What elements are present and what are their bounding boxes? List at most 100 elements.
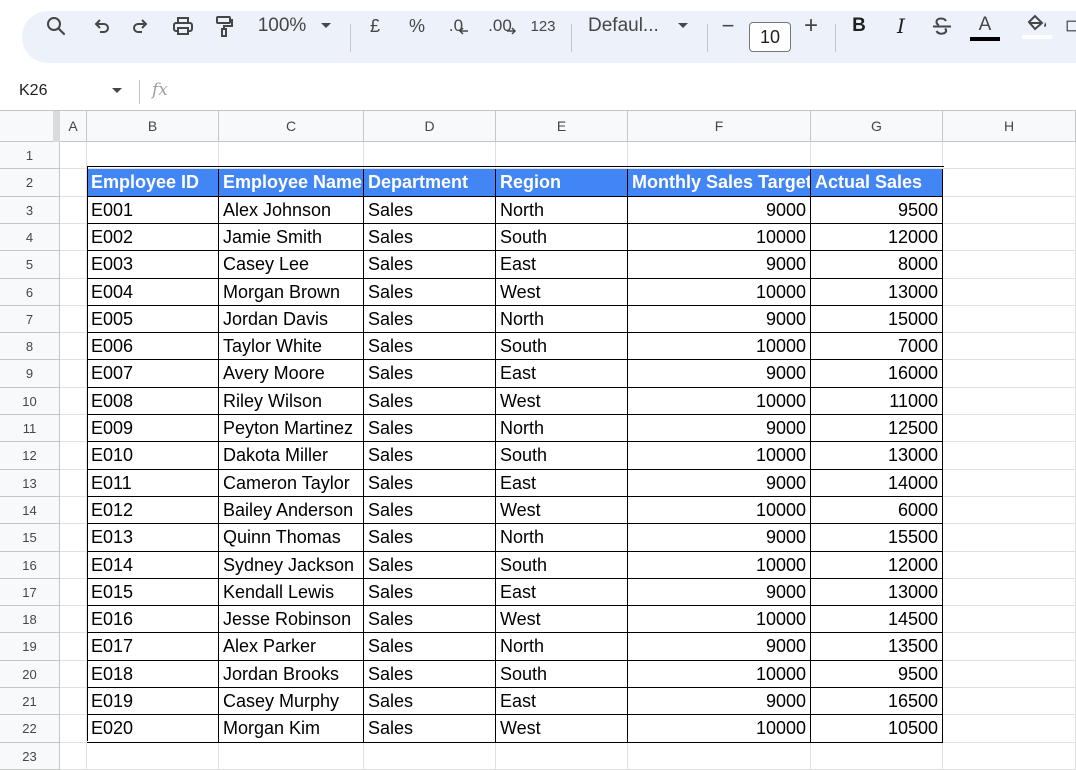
cell-actual-sales[interactable]: 12500 xyxy=(811,415,943,442)
column-header-e[interactable]: E xyxy=(496,111,628,142)
select-all-corner[interactable] xyxy=(0,111,60,142)
cell-monthly-sales-target[interactable]: 9000 xyxy=(628,197,811,224)
cell-empty[interactable] xyxy=(943,442,1076,470)
cell-monthly-sales-target[interactable]: 9000 xyxy=(628,251,811,279)
cell-actual-sales[interactable]: 9500 xyxy=(811,661,943,688)
text-color-button[interactable]: A xyxy=(970,0,1000,52)
cell-monthly-sales-target[interactable]: 9000 xyxy=(628,470,811,497)
cell-region[interactable]: West xyxy=(496,606,628,633)
cell-empty[interactable] xyxy=(60,142,87,169)
cell-monthly-sales-target[interactable]: 10000 xyxy=(628,279,811,306)
cell-employee-name[interactable]: Taylor White xyxy=(219,333,364,360)
cell-employee-id[interactable]: E014 xyxy=(87,552,219,579)
cell-monthly-sales-target[interactable]: 10000 xyxy=(628,661,811,688)
redo-icon[interactable] xyxy=(129,0,153,52)
cell-empty[interactable] xyxy=(943,279,1076,306)
cell-empty[interactable] xyxy=(364,142,496,169)
strikethrough-icon[interactable] xyxy=(929,0,955,52)
cell-employee-id[interactable]: E012 xyxy=(87,497,219,524)
search-menus-icon[interactable] xyxy=(44,0,68,52)
cell-employee-id[interactable]: E003 xyxy=(87,251,219,279)
cell-empty[interactable] xyxy=(811,743,943,770)
cell-empty[interactable] xyxy=(943,415,1076,442)
cell-empty[interactable] xyxy=(60,497,87,524)
cell-empty[interactable] xyxy=(60,524,87,552)
cell-monthly-sales-target[interactable]: 9000 xyxy=(628,415,811,442)
print-icon[interactable] xyxy=(171,0,195,52)
cell-employee-id[interactable]: E019 xyxy=(87,688,219,715)
cell-department[interactable]: Sales xyxy=(364,552,496,579)
row-header-3[interactable]: 3 xyxy=(0,197,60,224)
column-header-f[interactable]: F xyxy=(628,111,811,142)
cell-employee-id[interactable]: E005 xyxy=(87,306,219,333)
cell-actual-sales[interactable]: 16500 xyxy=(811,688,943,715)
cell-department[interactable]: Sales xyxy=(364,251,496,279)
row-header-8[interactable]: 8 xyxy=(0,333,60,360)
cell-employee-name[interactable]: Kendall Lewis xyxy=(219,579,364,606)
cell-employee-id[interactable]: E002 xyxy=(87,224,219,251)
cell-employee-name[interactable]: Morgan Kim xyxy=(219,715,364,743)
cell-empty[interactable] xyxy=(60,333,87,360)
cell-monthly-sales-target[interactable]: 10000 xyxy=(628,497,811,524)
cell-empty[interactable] xyxy=(496,743,628,770)
cell-region[interactable]: North xyxy=(496,524,628,552)
cell-employee-name[interactable]: Casey Murphy xyxy=(219,688,364,715)
cell-region[interactable]: East xyxy=(496,579,628,606)
cell-region[interactable]: East xyxy=(496,688,628,715)
row-header-9[interactable]: 9 xyxy=(0,360,60,388)
cell-empty[interactable] xyxy=(60,633,87,661)
cell-department[interactable]: Sales xyxy=(364,524,496,552)
row-header-17[interactable]: 17 xyxy=(0,579,60,606)
name-box-dropdown-icon[interactable] xyxy=(111,87,123,95)
cell-employee-id[interactable]: E020 xyxy=(87,715,219,743)
zoom-select[interactable]: 100% xyxy=(254,0,310,52)
cell-employee-name[interactable]: Sydney Jackson xyxy=(219,552,364,579)
row-header-16[interactable]: 16 xyxy=(0,552,60,579)
cell-empty[interactable] xyxy=(60,169,87,197)
cell-region[interactable]: North xyxy=(496,197,628,224)
font-dropdown-icon[interactable] xyxy=(675,0,691,52)
row-header-6[interactable]: 6 xyxy=(0,279,60,306)
cell-empty[interactable] xyxy=(60,606,87,633)
row-header-23[interactable]: 23 xyxy=(0,743,60,770)
cell-actual-sales[interactable]: 13000 xyxy=(811,442,943,470)
cell-employee-id[interactable]: E009 xyxy=(87,415,219,442)
cell-empty[interactable] xyxy=(943,552,1076,579)
column-header-d[interactable]: D xyxy=(364,111,496,142)
cell-empty[interactable] xyxy=(943,224,1076,251)
cell-monthly-sales-target[interactable]: 10000 xyxy=(628,224,811,251)
cell-empty[interactable] xyxy=(60,415,87,442)
cell-empty[interactable] xyxy=(943,579,1076,606)
cell-actual-sales[interactable]: 10500 xyxy=(811,715,943,743)
cell-empty[interactable] xyxy=(60,552,87,579)
cell-region[interactable]: South xyxy=(496,552,628,579)
cell-region[interactable]: East xyxy=(496,360,628,388)
zoom-dropdown-icon[interactable] xyxy=(318,0,334,52)
cell-empty[interactable] xyxy=(943,333,1076,360)
cell-employee-id[interactable]: E011 xyxy=(87,470,219,497)
cell-actual-sales[interactable]: 7000 xyxy=(811,333,943,360)
cell-employee-name[interactable]: Casey Lee xyxy=(219,251,364,279)
cell-empty[interactable] xyxy=(943,388,1076,415)
cell-actual-sales[interactable]: 15500 xyxy=(811,524,943,552)
header-cell-region[interactable]: Region xyxy=(496,169,628,197)
row-header-12[interactable]: 12 xyxy=(0,442,60,470)
cell-department[interactable]: Sales xyxy=(364,579,496,606)
cell-actual-sales[interactable]: 13000 xyxy=(811,579,943,606)
cell-region[interactable]: West xyxy=(496,279,628,306)
cell-employee-name[interactable]: Riley Wilson xyxy=(219,388,364,415)
cell-actual-sales[interactable]: 13000 xyxy=(811,279,943,306)
cell-empty[interactable] xyxy=(364,743,496,770)
decrease-font-size-button[interactable]: − xyxy=(717,0,739,52)
cell-actual-sales[interactable]: 11000 xyxy=(811,388,943,415)
column-header-h[interactable]: H xyxy=(943,111,1076,142)
cell-employee-name[interactable]: Cameron Taylor xyxy=(219,470,364,497)
cell-region[interactable]: West xyxy=(496,388,628,415)
cell-empty[interactable] xyxy=(943,524,1076,552)
cell-employee-name[interactable]: Jamie Smith xyxy=(219,224,364,251)
cell-actual-sales[interactable]: 8000 xyxy=(811,251,943,279)
cell-employee-name[interactable]: Quinn Thomas xyxy=(219,524,364,552)
cell-department[interactable]: Sales xyxy=(364,633,496,661)
cell-actual-sales[interactable]: 12000 xyxy=(811,552,943,579)
header-cell-actual-sales[interactable]: Actual Sales xyxy=(811,169,943,197)
